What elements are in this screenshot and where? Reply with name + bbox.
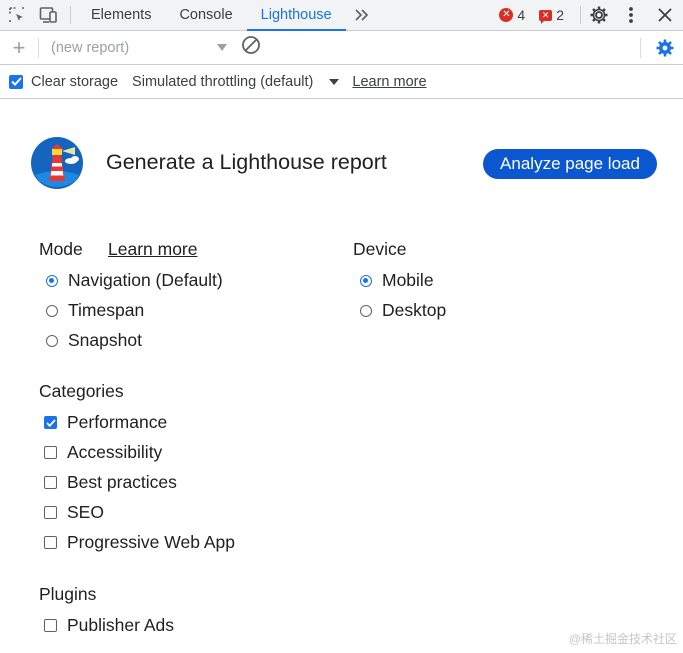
radio-snapshot[interactable]	[46, 334, 58, 347]
category-label: SEO	[67, 502, 104, 522]
performance-checkbox[interactable]	[44, 416, 57, 429]
throttling-select[interactable]: Simulated throttling (default)	[132, 73, 340, 90]
device-option-label: Mobile	[382, 270, 434, 290]
plugin-publisher-ads[interactable]: Publisher Ads	[44, 615, 174, 636]
category-seo[interactable]: SEO	[44, 502, 104, 523]
close-icon[interactable]	[647, 0, 683, 30]
lighthouse-logo	[31, 137, 83, 189]
mode-learn-more-link[interactable]: Learn more	[108, 239, 198, 260]
tab-console[interactable]: Console	[165, 0, 246, 30]
accessibility-checkbox[interactable]	[44, 446, 57, 459]
device-heading: Device	[353, 239, 407, 259]
category-accessibility[interactable]: Accessibility	[44, 442, 162, 463]
radio-desktop[interactable]	[360, 304, 372, 317]
divider	[580, 6, 581, 24]
mode-option-navigation[interactable]: Navigation (Default)	[46, 270, 223, 291]
analyze-page-load-button[interactable]: Analyze page load	[483, 149, 657, 179]
category-label: Best practices	[67, 472, 177, 492]
inspect-element-icon[interactable]	[0, 0, 34, 30]
device-option-mobile[interactable]: Mobile	[360, 270, 434, 291]
page-title: Generate a Lighthouse report	[106, 150, 387, 174]
mode-option-snapshot[interactable]: Snapshot	[46, 330, 142, 351]
new-report-plus-icon[interactable]: +	[0, 31, 38, 65]
more-options-icon[interactable]	[615, 0, 647, 30]
category-pwa[interactable]: Progressive Web App	[44, 532, 235, 553]
dropdown-arrow-icon	[217, 43, 227, 51]
throttling-learn-more-link[interactable]: Learn more	[352, 74, 426, 90]
issue-icon: ✕	[539, 9, 553, 24]
more-tabs-chevron-icon[interactable]	[346, 0, 378, 30]
issue-count: 2	[556, 7, 564, 23]
divider	[70, 6, 71, 24]
best-practices-checkbox[interactable]	[44, 476, 57, 489]
lighthouse-toolbar: + (new report)	[0, 31, 683, 65]
plugin-label: Publisher Ads	[67, 615, 175, 635]
seo-checkbox[interactable]	[44, 506, 57, 519]
clear-storage-label: Clear storage	[31, 73, 119, 90]
error-count: 4	[517, 7, 526, 23]
divider	[640, 37, 641, 58]
tab-lighthouse[interactable]: Lighthouse	[246, 0, 346, 31]
divider	[38, 37, 39, 58]
radio-timespan[interactable]	[46, 304, 58, 317]
category-performance[interactable]: Performance	[44, 412, 167, 433]
mode-option-label: Snapshot	[68, 330, 142, 350]
devtools-tab-bar: Elements Console Lighthouse ✕ 4 ✕ 2	[0, 0, 683, 31]
mode-option-timespan[interactable]: Timespan	[46, 300, 144, 321]
tab-elements[interactable]: Elements	[77, 0, 165, 30]
settings-gear-icon[interactable]	[583, 0, 615, 30]
error-icon: ✕	[499, 8, 514, 22]
plugins-heading: Plugins	[39, 584, 97, 604]
mode-heading: Mode	[39, 239, 83, 259]
pwa-checkbox[interactable]	[44, 536, 57, 549]
clear-storage-checkbox[interactable]	[9, 74, 23, 89]
mode-option-label: Navigation (Default)	[68, 270, 223, 290]
device-toolbar-icon[interactable]	[34, 0, 64, 30]
error-count-badge[interactable]: ✕ 4	[499, 0, 525, 30]
issue-count-badge[interactable]: ✕ 2	[539, 0, 564, 30]
clear-all-icon[interactable]	[241, 35, 261, 60]
watermark: @稀土掘金技术社区	[568, 632, 677, 646]
category-label: Performance	[67, 412, 168, 432]
category-label: Accessibility	[67, 442, 163, 462]
device-option-desktop[interactable]: Desktop	[360, 300, 446, 321]
lighthouse-settings-gear-icon[interactable]	[655, 38, 675, 63]
device-option-label: Desktop	[382, 300, 447, 320]
radio-mobile[interactable]	[360, 274, 372, 287]
report-select-value: (new report)	[51, 39, 130, 56]
categories-heading: Categories	[39, 381, 124, 401]
mode-option-label: Timespan	[68, 300, 145, 320]
lighthouse-options-bar: Clear storage Simulated throttling (defa…	[0, 65, 683, 99]
category-label: Progressive Web App	[67, 532, 235, 552]
category-best-practices[interactable]: Best practices	[44, 472, 177, 493]
throttling-select-value: Simulated throttling (default)	[132, 73, 314, 90]
publisher-ads-checkbox[interactable]	[44, 619, 57, 632]
dropdown-arrow-icon	[329, 78, 340, 85]
radio-navigation[interactable]	[46, 274, 58, 287]
report-select[interactable]: (new report)	[51, 40, 227, 56]
